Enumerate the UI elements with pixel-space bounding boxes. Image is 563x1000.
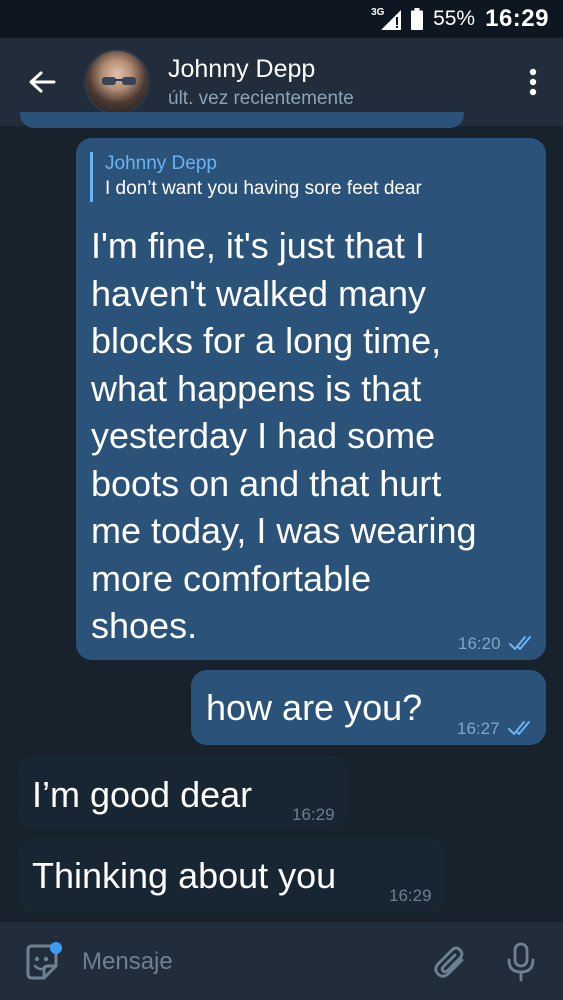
message-bubble[interactable]: I’m good dear 16:29: [18, 755, 347, 830]
message-text: I’m good dear: [32, 774, 253, 815]
menu-button[interactable]: [503, 38, 563, 126]
message-time: 16:29: [292, 805, 335, 824]
double-check-icon: [509, 636, 531, 650]
message-line: what happens is that: [91, 367, 422, 409]
contact-name: Johnny Depp: [168, 54, 316, 83]
message-bubble[interactable]: Johnny Depp I don’t want you having sore…: [76, 138, 546, 660]
message-text: I'm fine, it's just that I haven't walke…: [91, 222, 541, 650]
message-bubble[interactable]: Thinking about you 16:29: [18, 838, 445, 913]
avatar[interactable]: [84, 49, 150, 115]
message-input-bar: Mensaje: [0, 922, 563, 1000]
reply-quote[interactable]: Johnny Depp I don’t want you having sore…: [90, 152, 422, 202]
message-line: haven't walked many: [91, 272, 427, 314]
message-line: more comfortable: [91, 557, 372, 599]
reply-text: I don’t want you having sore feet dear: [105, 178, 422, 199]
message-line: I'm fine, it's just that I: [91, 225, 425, 266]
microphone-icon: [507, 942, 535, 982]
message-line: me today, I was wearing: [91, 510, 477, 551]
message-line: blocks for a long time,: [91, 320, 442, 361]
sticker-button[interactable]: [22, 942, 62, 982]
clock: 16:29: [485, 5, 549, 32]
chat-title[interactable]: Johnny Depp últ. vez recientemente: [168, 55, 503, 110]
status-bar: 3G 55% 16:29: [0, 0, 563, 38]
message-text: Thinking about you: [32, 855, 337, 896]
message-line: boots on and that hurt: [91, 462, 442, 504]
previous-message-bubble: [20, 112, 464, 128]
last-seen-status: últ. vez recientemente: [168, 87, 354, 109]
signal-icon: 3G: [371, 7, 402, 31]
sticker-icon: [26, 942, 62, 980]
reply-author: Johnny Depp: [105, 153, 217, 174]
battery-icon: [411, 8, 424, 30]
more-vertical-icon: [529, 68, 537, 96]
message-time: 16:20: [458, 634, 501, 653]
arrow-left-icon: [29, 71, 56, 93]
battery-percent: 55%: [433, 7, 476, 30]
message-time: 16:27: [457, 719, 500, 738]
voice-button[interactable]: [505, 942, 537, 982]
paperclip-icon: [434, 946, 464, 978]
message-line: yesterday I had some: [91, 415, 436, 456]
double-check-icon: [508, 721, 530, 735]
message-input[interactable]: Mensaje: [82, 948, 173, 976]
message-time: 16:29: [389, 886, 432, 905]
attach-button[interactable]: [432, 944, 468, 980]
message-text: how are you?: [206, 687, 423, 728]
message-bubble[interactable]: how are you? 16:27: [191, 670, 546, 745]
